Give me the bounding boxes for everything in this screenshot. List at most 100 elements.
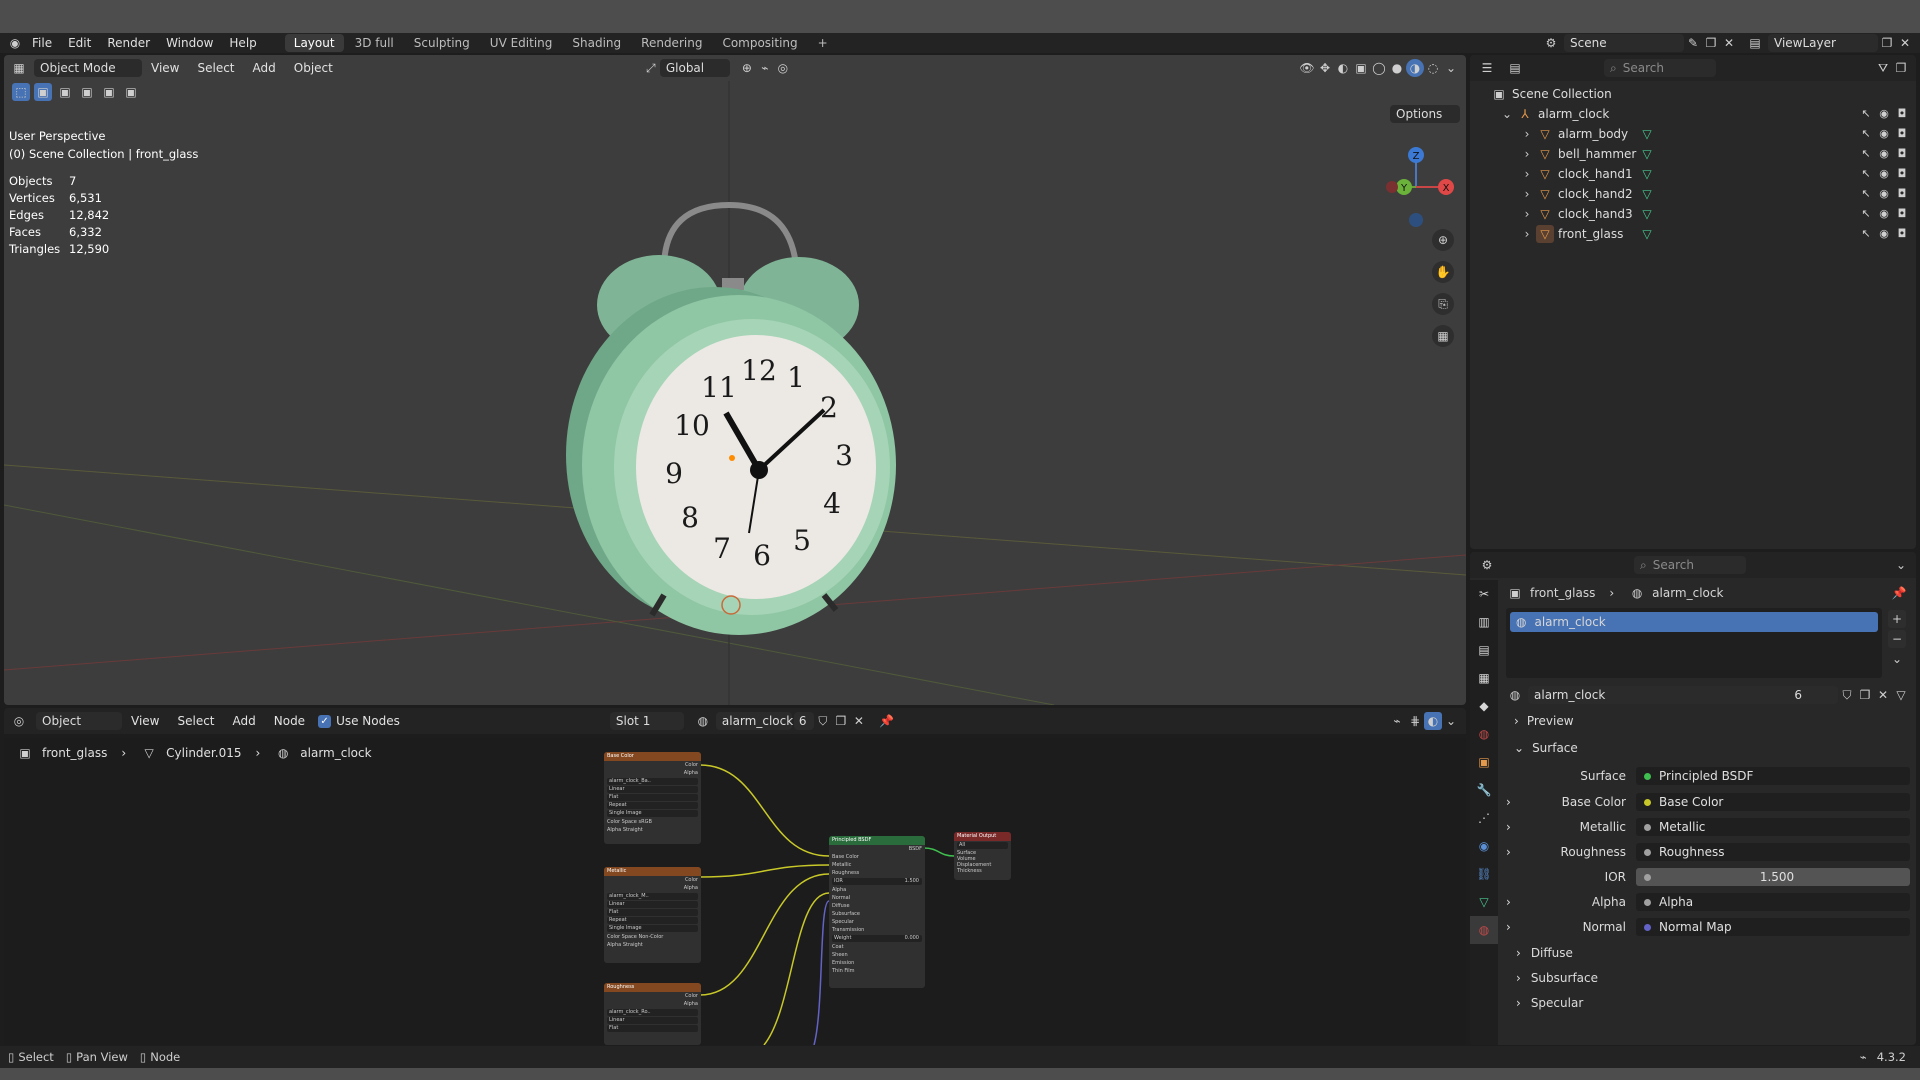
camera-icon[interactable]: ◘	[1896, 228, 1908, 240]
orientation-selector[interactable]: Global	[659, 59, 730, 77]
tool-tab-icon[interactable]: ✂	[1470, 580, 1498, 608]
select-toggle-icon[interactable]: ↖	[1860, 128, 1872, 140]
rendered-shading-icon[interactable]: ◌	[1424, 59, 1442, 77]
mode-selector[interactable]: Object Mode	[34, 59, 142, 77]
add-slot-icon[interactable]: +	[1888, 610, 1906, 628]
scene-tab-icon[interactable]: ◆	[1470, 692, 1498, 720]
add-workspace-button[interactable]: +	[809, 34, 837, 52]
eye-icon[interactable]: ◉	[1878, 208, 1890, 220]
data-tab-icon[interactable]: ▽	[1470, 888, 1498, 916]
blender-logo-icon[interactable]: ◉	[6, 34, 24, 52]
mesh-data-icon[interactable]: ▽	[1638, 165, 1656, 183]
wireframe-shading-icon[interactable]: ◯	[1370, 59, 1388, 77]
3d-viewport[interactable]: 12 1 2 3 4 5 6 7 8 9 10 11 Z X Y ▦ Objec…	[4, 55, 1466, 705]
tab-3d-full[interactable]: 3D full	[346, 34, 403, 52]
alpha-input[interactable]: Alpha	[1636, 893, 1910, 911]
tab-shading[interactable]: Shading	[563, 34, 630, 52]
grid-view-icon[interactable]: ▦	[1432, 325, 1454, 347]
chevron-right-icon[interactable]: ›	[1518, 125, 1536, 143]
delete-view-layer-icon[interactable]: ✕	[1896, 34, 1914, 52]
chevron-right-icon[interactable]: ›	[1506, 895, 1530, 909]
select-toggle-icon[interactable]: ↖	[1860, 208, 1872, 220]
material-slot-list[interactable]: ◍ alarm_clock	[1506, 608, 1882, 678]
eye-icon[interactable]: ◉	[1878, 148, 1890, 160]
camera-icon[interactable]: ◘	[1896, 208, 1908, 220]
eye-icon[interactable]: ◉	[1878, 188, 1890, 200]
properties-search-input[interactable]: ⌕ Search	[1634, 556, 1746, 574]
output-tab-icon[interactable]: ▤	[1470, 636, 1498, 664]
pin-icon[interactable]: ✎	[1684, 34, 1702, 52]
select-toggle-icon[interactable]: ↖	[1860, 148, 1872, 160]
shader-editor[interactable]: ◎ Object View Select Add Node ✓ Use Node…	[4, 708, 1466, 1045]
node-base-color[interactable]: Base Color Color Alpha alarm_clock_Ba.. …	[604, 752, 701, 844]
menu-file[interactable]: File	[24, 33, 60, 53]
delete-scene-icon[interactable]: ✕	[1720, 34, 1738, 52]
select-mode-extend-icon[interactable]: ▣	[56, 83, 74, 101]
filter-icon[interactable]: ⛛	[1874, 59, 1892, 77]
select-mode-subtract-icon[interactable]: ▣	[78, 83, 96, 101]
select-toggle-icon[interactable]: ↖	[1860, 108, 1872, 120]
view-layer-tab-icon[interactable]: ▦	[1470, 664, 1498, 692]
tab-layout[interactable]: Layout	[284, 34, 344, 52]
visibility-icon[interactable]: 👁	[1298, 59, 1316, 77]
tab-sculpting[interactable]: Sculpting	[405, 34, 479, 52]
chevron-down-icon[interactable]: ⌄	[1442, 59, 1460, 77]
subsurface-panel[interactable]: › Subsurface	[1506, 967, 1910, 989]
display-mode-icon[interactable]: ▤	[1506, 59, 1524, 77]
proportional-edit-icon[interactable]: ◎	[774, 59, 792, 77]
outliner-object-alarm-body[interactable]: › ▽ alarm_body ▽ ↖ ◉ ◘	[1470, 124, 1916, 144]
solid-shading-icon[interactable]: ●	[1388, 59, 1406, 77]
node-principled-bsdf[interactable]: Principled BSDF BSDF Base Color Metallic…	[829, 836, 925, 988]
tab-compositing[interactable]: Compositing	[713, 34, 806, 52]
outliner-object-bell-hammer[interactable]: › ▽ bell_hammer ▽ ↖ ◉ ◘	[1470, 144, 1916, 164]
diffuse-panel[interactable]: › Diffuse	[1506, 942, 1910, 964]
render-tab-icon[interactable]: ▥	[1470, 608, 1498, 636]
chevron-right-icon[interactable]: ›	[1518, 205, 1536, 223]
chevron-right-icon[interactable]: ›	[1518, 145, 1536, 163]
chevron-right-icon[interactable]: ›	[1506, 920, 1530, 934]
properties-editor[interactable]: ⚙ ⌕ Search ⌄ ✂ ▥ ▤ ▦ ◆ ◍ ▣ 🔧 ⋰ ◉ ⛓ ▽ ◍ ▣…	[1470, 552, 1916, 1045]
tab-uv-editing[interactable]: UV Editing	[481, 34, 562, 52]
outliner-object-clock-hand2[interactable]: › ▽ clock_hand2 ▽ ↖ ◉ ◘	[1470, 184, 1916, 204]
menu-object[interactable]: Object	[285, 61, 342, 75]
snap-icon[interactable]: ⌁	[756, 59, 774, 77]
new-view-layer-icon[interactable]: ❐	[1878, 34, 1896, 52]
select-toggle-icon[interactable]: ↖	[1860, 168, 1872, 180]
menu-help[interactable]: Help	[221, 33, 264, 53]
select-mode-invert-icon[interactable]: ▣	[100, 83, 118, 101]
node-roughness[interactable]: Roughness Color Alpha alarm_clock_Ro.. L…	[604, 983, 701, 1045]
surface-shader-selector[interactable]: Principled BSDF	[1636, 767, 1910, 785]
pivot-icon[interactable]: ⊕	[738, 59, 756, 77]
pin-icon[interactable]: 📌	[1890, 584, 1908, 602]
material-name-field[interactable]: alarm_clock 6	[1528, 686, 1838, 704]
select-toggle-icon[interactable]: ↖	[1860, 188, 1872, 200]
menu-view[interactable]: View	[142, 61, 188, 75]
editor-type-icon[interactable]: ▦	[10, 59, 28, 77]
mesh-data-icon[interactable]: ▽	[1638, 125, 1656, 143]
camera-icon[interactable]: ◘	[1896, 168, 1908, 180]
unlink-material-icon[interactable]: ✕	[1874, 686, 1892, 704]
outliner-collection-alarm-clock[interactable]: ⌄ ⅄ alarm_clock ↖ ◉ ◘	[1470, 104, 1916, 124]
overlay-icon[interactable]: ◐	[1334, 59, 1352, 77]
camera-icon[interactable]: ◘	[1896, 188, 1908, 200]
menu-add[interactable]: Add	[244, 61, 285, 75]
chevron-down-icon[interactable]: ⌄	[1892, 556, 1910, 574]
camera-icon[interactable]: ◘	[1896, 108, 1908, 120]
object-tab-icon[interactable]: ▣	[1470, 748, 1498, 776]
transform-orientation-icon[interactable]: ⤢	[642, 59, 660, 77]
chevron-right-icon[interactable]: ›	[1518, 165, 1536, 183]
outliner-editor-icon[interactable]: ☰	[1478, 59, 1496, 77]
menu-edit[interactable]: Edit	[60, 33, 99, 53]
camera-view-icon[interactable]: ⎘	[1432, 293, 1454, 315]
eye-icon[interactable]: ◉	[1878, 168, 1890, 180]
xray-icon[interactable]: ▣	[1352, 59, 1370, 77]
outliner-scene-collection[interactable]: ▣ Scene Collection	[1470, 84, 1916, 104]
material-browse-icon[interactable]: ◍	[1506, 686, 1524, 704]
view-layer-icon[interactable]: ▤	[1746, 34, 1764, 52]
zoom-icon[interactable]: ⊕	[1432, 229, 1454, 251]
select-mode-new-icon[interactable]: ▣	[34, 83, 52, 101]
chevron-right-icon[interactable]: ›	[1518, 185, 1536, 203]
ior-slider[interactable]: 1.500	[1636, 868, 1910, 886]
chevron-right-icon[interactable]: ›	[1506, 795, 1530, 809]
eye-icon[interactable]: ◉	[1878, 128, 1890, 140]
